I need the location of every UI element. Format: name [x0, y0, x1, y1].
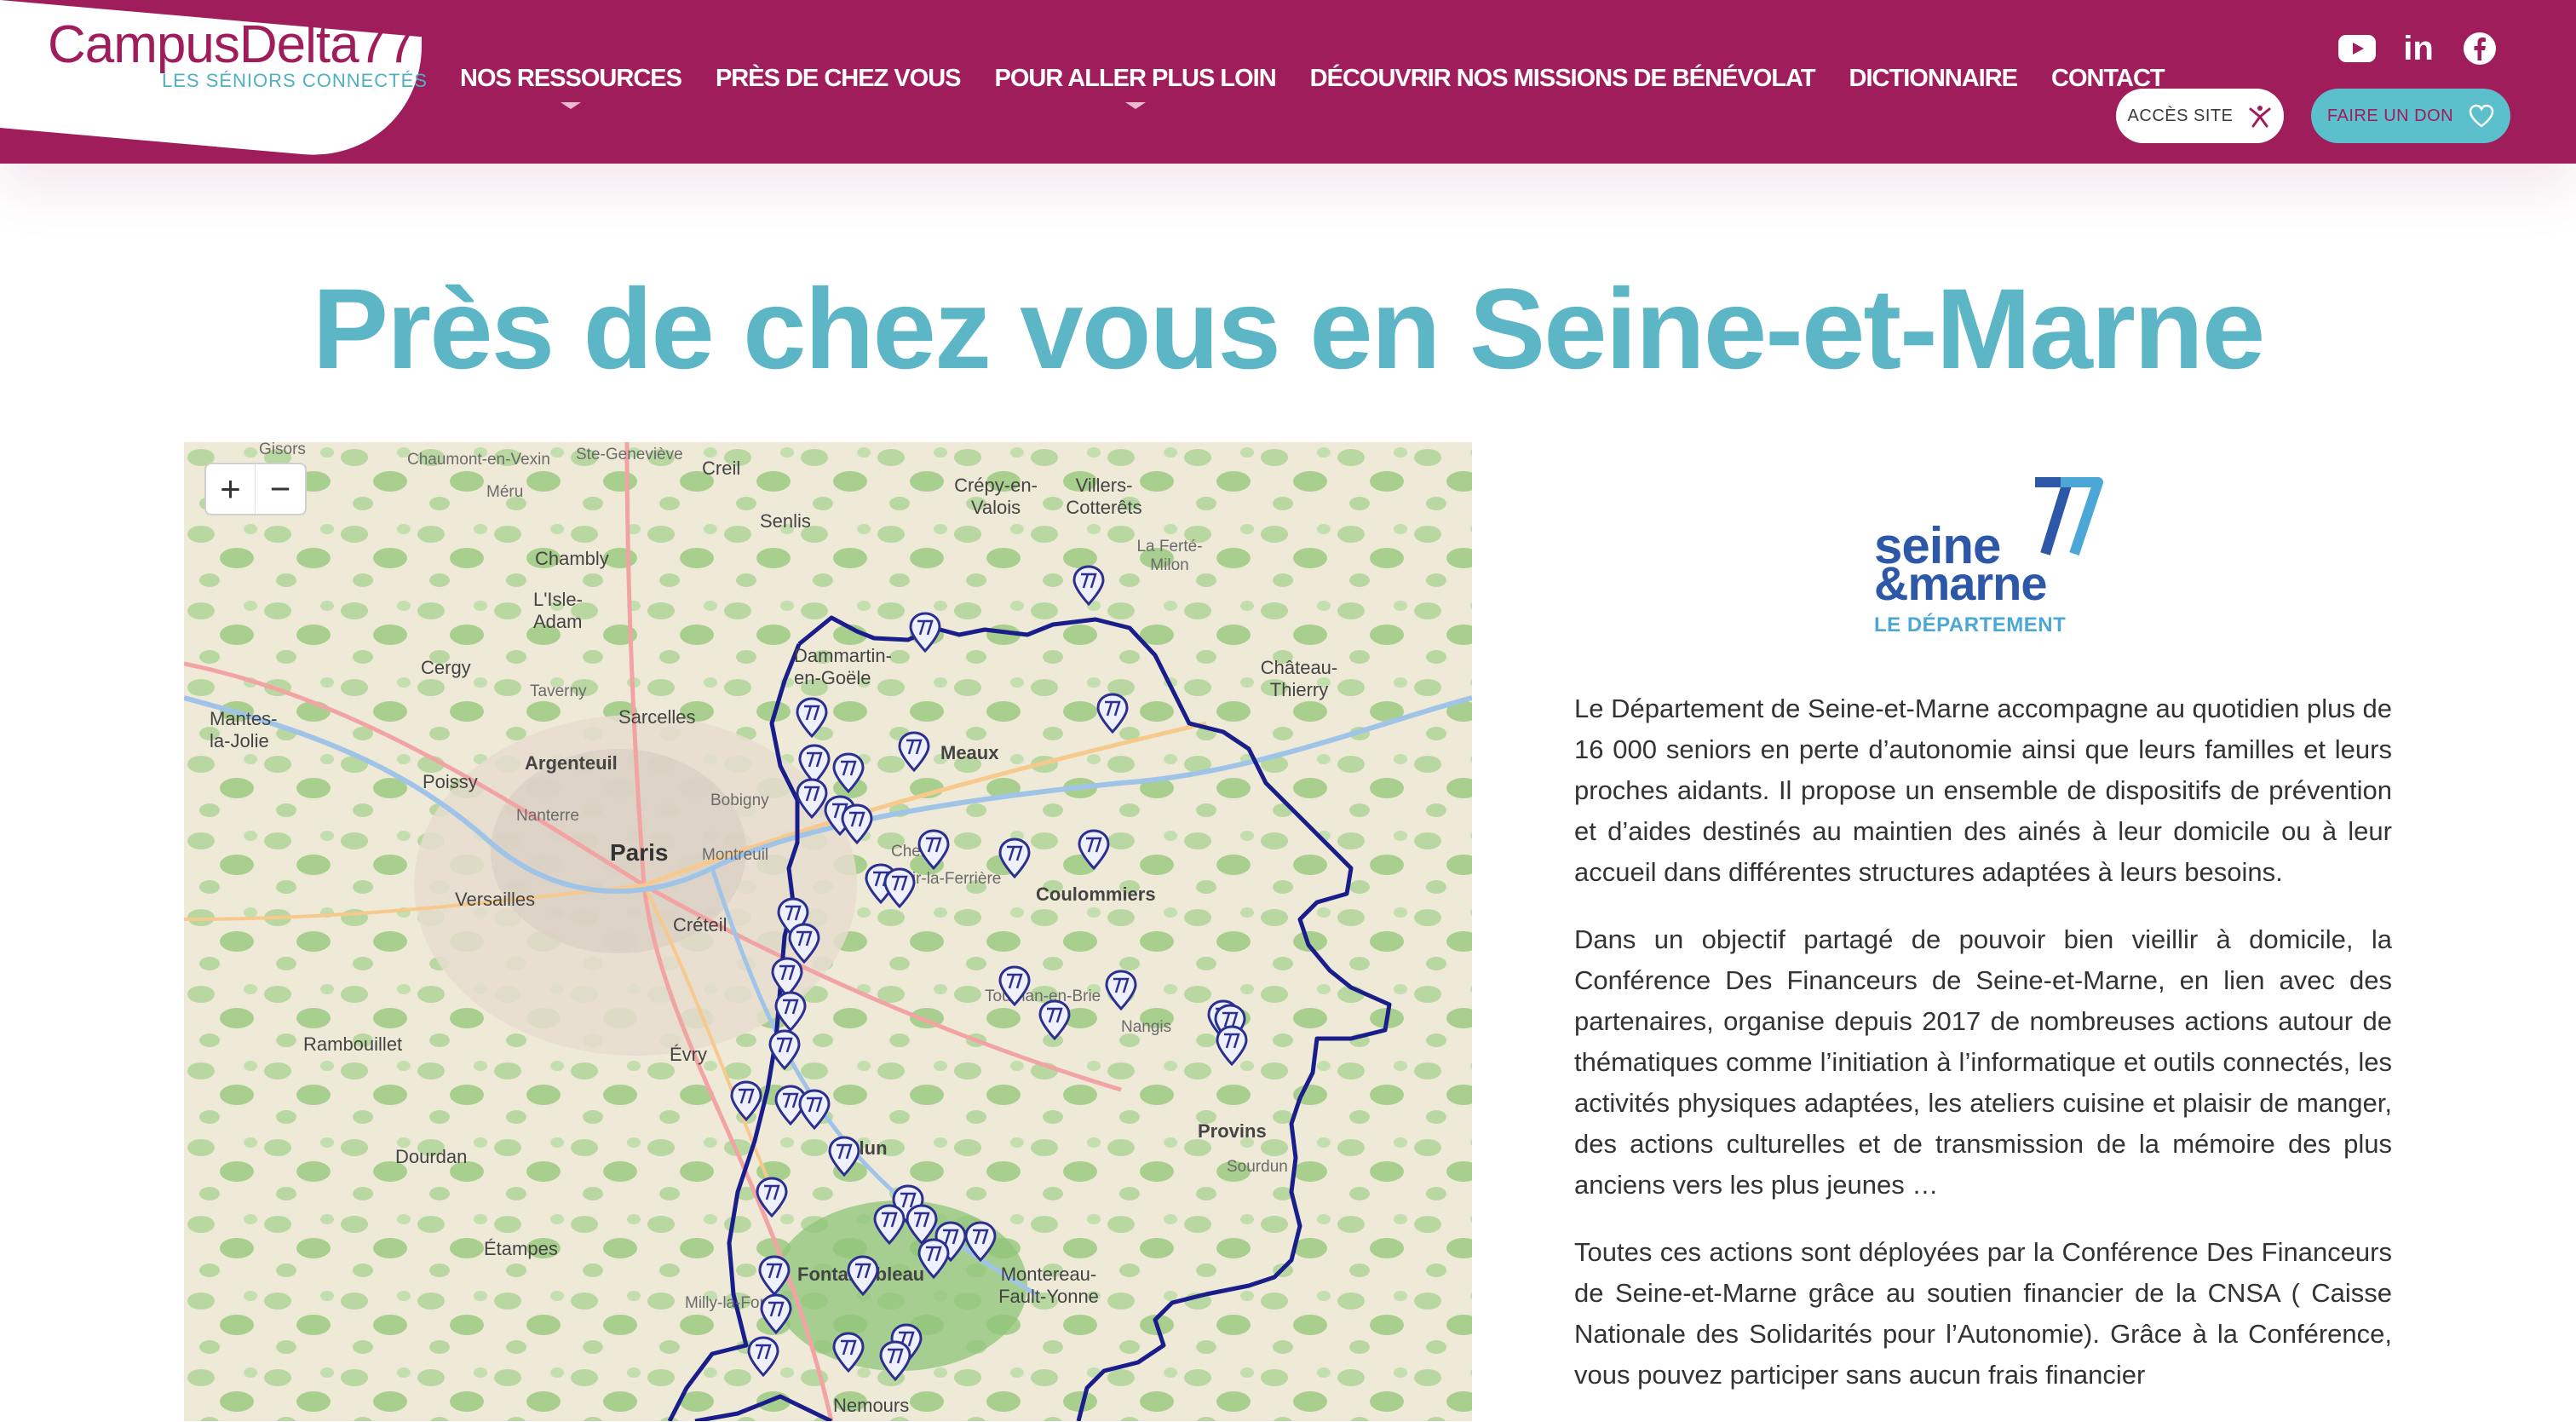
- nav-label: PRÈS DE CHEZ VOUS: [715, 65, 962, 92]
- map-marker-icon[interactable]: [758, 1255, 791, 1297]
- nav-label: POUR ALLER PLUS LOIN: [994, 65, 1277, 92]
- map-zoom-control: + −: [204, 463, 307, 515]
- site-access-label: ACCÈS SITE: [2127, 106, 2234, 125]
- map-marker-icon[interactable]: [879, 1340, 911, 1382]
- map-marker-icon[interactable]: [771, 957, 803, 999]
- map-marker-icon[interactable]: [906, 1204, 938, 1246]
- nav-item-nos-ressources[interactable]: NOS RESSOURCES: [460, 65, 682, 109]
- map-marker-icon[interactable]: [788, 923, 820, 964]
- donate-label: FAIRE UN DON: [2326, 106, 2454, 125]
- map-marker-icon[interactable]: [1078, 829, 1110, 871]
- map-marker-icon[interactable]: [917, 829, 950, 871]
- map-marker-icon[interactable]: [796, 697, 828, 739]
- site-access-button[interactable]: ACCÈS SITE: [2116, 89, 2284, 143]
- nav-item-benevolat[interactable]: DÉCOUVRIR NOS MISSIONS DE BÉNÉVOLAT: [1309, 65, 1816, 93]
- accessibility-icon: [2249, 106, 2271, 128]
- map-marker-icon[interactable]: [1038, 999, 1071, 1041]
- logo-line-departement: LE DÉPARTEMENT: [1874, 613, 2067, 636]
- zoom-out-button[interactable]: −: [256, 464, 305, 514]
- intro-text: Le Département de Seine-et-Marne accompa…: [1574, 688, 2392, 1422]
- map-marker-icon[interactable]: [1216, 1025, 1248, 1067]
- map-marker-icon[interactable]: [832, 752, 865, 794]
- logo-subtitle: LES SÉNIORS CONNECTÉS: [162, 70, 428, 91]
- map-marker-icon[interactable]: [730, 1080, 762, 1122]
- map-marker-icon[interactable]: [998, 838, 1031, 879]
- map-marker-icon[interactable]: [1096, 693, 1129, 734]
- map-marker-icon[interactable]: [747, 1336, 779, 1378]
- nav-item-pres-de-chez-vous[interactable]: PRÈS DE CHEZ VOUS: [715, 65, 962, 93]
- linkedin-text: in: [2403, 29, 2434, 67]
- map-marker-icon[interactable]: [756, 1177, 788, 1218]
- map-marker-icon[interactable]: [774, 991, 807, 1033]
- linkedin-icon[interactable]: in: [2399, 29, 2438, 68]
- map-marker-icon[interactable]: [917, 1238, 950, 1280]
- nav-item-dictionnaire[interactable]: DICTIONNAIRE: [1849, 65, 2018, 93]
- nav-label: DÉCOUVRIR NOS MISSIONS DE BÉNÉVOLAT: [1309, 65, 1816, 92]
- site-logo[interactable]: CampusDelta77 LES SÉNIORS CONNECTÉS: [48, 15, 428, 92]
- map-marker-icon[interactable]: [964, 1221, 997, 1263]
- donate-button[interactable]: FAIRE UN DON: [2311, 89, 2510, 143]
- map-marker-icon[interactable]: [1072, 565, 1105, 607]
- caret-down-icon: [560, 102, 581, 109]
- interactive-map[interactable]: + − Gisors Chaumont-en-Vexin Ste-Geneviè…: [184, 442, 1472, 1421]
- paragraph: Toutes ces actions sont déployées par la…: [1574, 1237, 2392, 1390]
- main-nav: NOS RESSOURCES PRÈS DE CHEZ VOUS POUR AL…: [460, 65, 2199, 109]
- map-marker-icon[interactable]: [796, 778, 828, 820]
- map-marker-icon[interactable]: [847, 1255, 879, 1297]
- zoom-in-button[interactable]: +: [206, 464, 256, 514]
- map-marker-icon[interactable]: [909, 612, 941, 653]
- map-marker-icon[interactable]: [760, 1293, 792, 1335]
- map-marker-icon[interactable]: [798, 744, 831, 786]
- nav-item-pour-aller-plus-loin[interactable]: POUR ALLER PLUS LOIN: [994, 65, 1277, 109]
- map-marker-icon[interactable]: [883, 867, 916, 909]
- heart-icon: [2469, 104, 2494, 128]
- map-marker-icon[interactable]: [841, 803, 873, 845]
- seine-et-marne-logo: seine &marne LE DÉPARTEMENT: [1874, 477, 2104, 639]
- youtube-icon[interactable]: [2337, 29, 2377, 68]
- caret-down-icon: [1124, 102, 1146, 109]
- page-title: Près de chez vous en Seine-et-Marne: [312, 266, 2266, 393]
- nav-label: NOS RESSOURCES: [460, 65, 682, 92]
- map-marker-icon[interactable]: [832, 1332, 865, 1373]
- map-marker-icon[interactable]: [1105, 970, 1137, 1011]
- map-markers: [730, 565, 1248, 1382]
- map-marker-icon[interactable]: [798, 1089, 831, 1131]
- logo-line-marne: &marne: [1874, 556, 2048, 610]
- site-header: CampusDelta77 LES SÉNIORS CONNECTÉS NOS …: [0, 0, 2576, 165]
- map-marker-icon[interactable]: [873, 1204, 906, 1246]
- nav-label: DICTIONNAIRE: [1849, 65, 2018, 92]
- paragraph: Dans un objectif partagé de pouvoir bien…: [1574, 924, 2392, 1200]
- facebook-icon[interactable]: [2460, 29, 2499, 68]
- map-marker-icon[interactable]: [768, 1029, 801, 1071]
- map-marker-icon[interactable]: [898, 731, 930, 773]
- paragraph: Le Département de Seine-et-Marne accompa…: [1574, 694, 2392, 887]
- map-marker-icon[interactable]: [998, 965, 1031, 1007]
- department-77-mark: [2035, 477, 2103, 556]
- map-marker-icon[interactable]: [828, 1136, 860, 1177]
- logo-title: CampusDelta77: [48, 15, 417, 74]
